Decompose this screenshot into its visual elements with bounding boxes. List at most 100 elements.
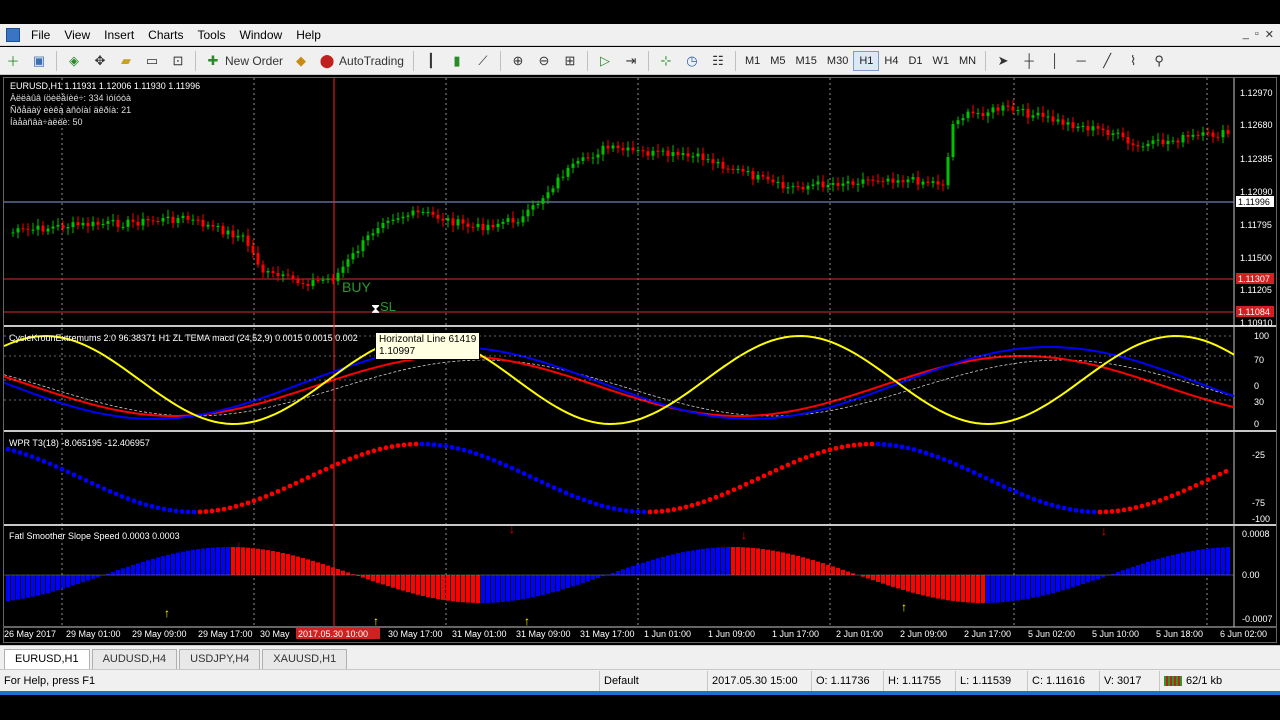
trendline-button[interactable]: ╱ <box>1096 50 1118 72</box>
histogram-bar <box>1031 575 1035 598</box>
autoscroll-button[interactable]: ▷ <box>594 50 616 72</box>
candle-body <box>811 184 815 186</box>
new-order-button[interactable]: ✚ New Order <box>202 50 286 72</box>
zoom-in-button[interactable]: ⊕ <box>507 50 529 72</box>
fibonacci-button[interactable]: ⌇ <box>1122 50 1144 72</box>
signal-arrow-icon: ↑ <box>164 606 170 620</box>
histogram-bar <box>1166 556 1170 575</box>
navigator-button[interactable]: ▰ <box>115 50 137 72</box>
wpr-dot <box>1169 493 1175 499</box>
profiles-button[interactable]: ▣ <box>28 50 50 72</box>
bar-chart-button[interactable]: ┃ <box>420 50 442 72</box>
price-tick-label: 1.12680 <box>1240 120 1273 130</box>
periods-button[interactable]: ◷ <box>681 50 703 72</box>
histogram-bar <box>616 571 620 575</box>
restore-icon[interactable]: ▫ <box>1255 28 1259 41</box>
menu-file[interactable]: File <box>24 26 57 44</box>
menu-window[interactable]: Window <box>233 26 290 44</box>
menu-insert[interactable]: Insert <box>97 26 141 44</box>
menu-tools[interactable]: Tools <box>191 26 233 44</box>
time-tick-label: 31 May 01:00 <box>452 629 507 639</box>
line-chart-button[interactable]: ⟋ <box>472 50 494 72</box>
tile-icon: ⊞ <box>564 52 576 68</box>
timeframe-m5[interactable]: M5 <box>765 51 790 71</box>
candle-body <box>1171 140 1175 142</box>
candle-body <box>261 264 265 273</box>
candle-body <box>861 179 865 184</box>
wpr-dot <box>941 456 947 462</box>
candle-body <box>561 176 565 178</box>
vertical-line-button[interactable]: │ <box>1044 50 1066 72</box>
timeframe-w1[interactable]: W1 <box>928 51 955 71</box>
histogram-bar <box>466 575 470 603</box>
wpr-dot <box>851 442 857 448</box>
candle-body <box>536 203 540 206</box>
histogram-bar <box>876 575 880 582</box>
timeframe-m30[interactable]: M30 <box>822 51 853 71</box>
data-window-button[interactable]: ✥ <box>89 50 111 72</box>
candle-body <box>316 280 320 282</box>
autotrading-button[interactable]: ⬤ AutoTrading <box>316 50 407 72</box>
metaeditor-button[interactable]: ◆ <box>290 50 312 72</box>
timeframe-h1[interactable]: H1 <box>853 50 880 71</box>
histogram-bar <box>1151 560 1155 575</box>
chart-shift-button[interactable]: ⇥ <box>620 50 642 72</box>
candle-body <box>671 152 675 156</box>
timeframe-mn[interactable]: MN <box>954 51 981 71</box>
cursor-tool-button[interactable]: ➤ <box>992 50 1014 72</box>
candlestick-button[interactable]: ▮ <box>446 50 468 72</box>
time-tick-label: 2 Jun 09:00 <box>900 629 947 639</box>
wpr-dot <box>881 442 887 447</box>
tab-eurusd-h1[interactable]: EURUSD,H1 <box>4 649 90 669</box>
candle-body <box>726 168 730 170</box>
wpr-dot <box>329 464 335 469</box>
timeframe-d1[interactable]: D1 <box>903 51 927 71</box>
market-watch-button[interactable]: ◈ <box>63 50 85 72</box>
tile-windows-button[interactable]: ⊞ <box>559 50 581 72</box>
histogram-bar <box>176 552 180 575</box>
text-tool-button[interactable]: ⚲ <box>1148 50 1170 72</box>
histogram-bar <box>526 575 530 599</box>
chart-canvas[interactable]: 1.12970 1.12680 1.12385 1.120901.11996 1.117… <box>4 78 1276 642</box>
wpr-dot <box>1133 505 1139 510</box>
timeframe-h4[interactable]: H4 <box>879 51 903 71</box>
histogram-bar <box>1026 575 1030 599</box>
wpr-dot <box>1115 508 1121 514</box>
candle-body <box>731 168 735 170</box>
indicator-tick-label: 100 <box>1254 331 1269 341</box>
tab-xauusd-h1[interactable]: XAUUSD,H1 <box>262 649 348 669</box>
trendline-icon: ╱ <box>1103 52 1112 68</box>
wpr-dot <box>809 452 815 458</box>
menu-help[interactable]: Help <box>289 26 328 44</box>
close-icon[interactable]: ✕ <box>1265 28 1274 41</box>
chart-window[interactable]: 1.12970 1.12680 1.12385 1.12090 1.11996 1.117… <box>3 77 1277 643</box>
horizontal-line-button[interactable]: ─ <box>1070 50 1092 72</box>
new-chart-button[interactable]: ＋ <box>2 50 24 72</box>
histogram-bar <box>76 575 80 584</box>
terminal-button[interactable]: ▭ <box>141 50 163 72</box>
indicators-button[interactable]: ⊹ <box>655 50 677 72</box>
candle-body <box>696 153 700 157</box>
candle-body <box>631 147 635 151</box>
timeframe-m1[interactable]: M1 <box>740 51 765 71</box>
menu-charts[interactable]: Charts <box>141 26 190 44</box>
histogram-bar <box>766 549 770 575</box>
histogram-bar <box>656 558 660 575</box>
templates-button[interactable]: ☷ <box>707 50 729 72</box>
candle-body <box>786 187 790 189</box>
tester-button[interactable]: ⊡ <box>167 50 189 72</box>
tab-audusd-h4[interactable]: AUDUSD,H4 <box>91 649 178 669</box>
candle-body <box>526 209 530 217</box>
wpr-dot <box>899 444 905 450</box>
wpr-dot <box>257 496 263 502</box>
menu-view[interactable]: View <box>57 26 97 44</box>
minimize-icon[interactable]: _ <box>1243 28 1249 41</box>
candle-body <box>241 235 245 237</box>
tab-usdjpy-h4[interactable]: USDJPY,H4 <box>179 649 261 669</box>
crosshair-tool-button[interactable]: ┼ <box>1018 50 1040 72</box>
candle-body <box>16 228 20 233</box>
timeframe-m15[interactable]: M15 <box>791 51 822 71</box>
wpr-dot <box>773 467 779 473</box>
zoom-out-button[interactable]: ⊖ <box>533 50 555 72</box>
candle-body <box>311 280 315 286</box>
